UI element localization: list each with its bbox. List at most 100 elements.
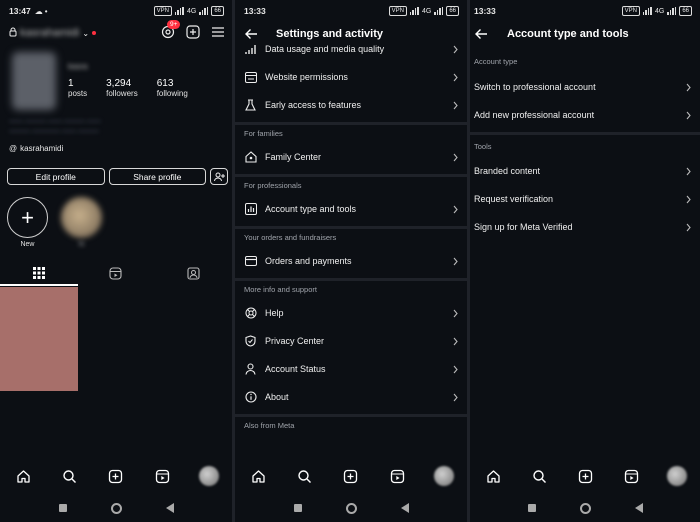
post-thumbnail[interactable] [0,287,78,391]
home-icon[interactable] [247,465,269,487]
username[interactable]: kasrahamidi [20,27,79,39]
search-icon[interactable] [528,465,550,487]
settings-item-account-status[interactable]: Account Status [235,355,467,383]
settings-item-website-permissions[interactable]: Website permissions [235,63,467,91]
chevron-right-icon [451,337,459,346]
add-person-button[interactable] [210,168,228,185]
shield-icon [245,334,265,348]
edit-profile-button[interactable]: Edit profile [7,168,105,185]
add-person-icon [213,172,225,181]
chevron-down-icon[interactable]: ⌄ [82,29,89,38]
settings-item-account-type-tools[interactable]: Account type and tools [235,195,467,223]
system-nav-bar [235,500,467,516]
create-post-icon[interactable] [340,465,362,487]
item-label: Switch to professional account [474,82,596,92]
profile-name: kasra [68,62,88,71]
threads-handle[interactable]: @ kasrahamidi [9,144,63,153]
lock-icon [9,27,17,39]
tab-reels[interactable] [77,262,154,284]
reels-nav-icon[interactable] [386,465,408,487]
settings-item-early-access[interactable]: Early access to features [235,91,467,119]
home-icon[interactable] [12,465,34,487]
profile-avatar-icon[interactable] [433,465,455,487]
chevron-right-icon [451,205,459,214]
create-icon[interactable] [186,24,200,42]
settings-item-label: Account Status [265,364,326,374]
story-highlight[interactable] [61,197,102,238]
settings-item-family-center[interactable]: Family Center [235,143,467,171]
threads-icon[interactable]: 9+ [161,19,181,42]
profile-avatar-icon[interactable] [666,465,688,487]
search-icon[interactable] [59,465,81,487]
request-verification-item[interactable]: Request verification [470,185,700,213]
share-profile-button[interactable]: Share profile [108,168,207,185]
recents-icon[interactable] [527,504,536,512]
settings-item-label: Data usage and media quality [265,44,385,54]
grid-icon [32,267,45,279]
status-time: 13:33 [474,6,496,16]
back-triangle-icon[interactable] [165,503,174,513]
chevron-right-icon [451,45,459,54]
settings-item-orders-payments[interactable]: Orders and payments [235,247,467,275]
menu-icon[interactable] [211,26,225,41]
net-label: 4G [654,7,665,15]
vpn-icon: VPN [153,6,172,16]
create-post-icon[interactable] [574,465,596,487]
profile-screen: 13:47 ☁ • VPN 4G 66 kasrahamidi ⌄ 9+ kas… [0,0,232,522]
settings-item-label: Family Center [265,152,322,162]
threads-badge: 9+ [167,19,181,29]
stat-following[interactable]: 613 following [157,78,188,98]
back-triangle-icon[interactable] [634,503,643,513]
chevron-right-icon [451,101,459,110]
system-nav-bar [470,500,700,516]
chevron-right-icon [451,153,459,162]
status-time: 13:33 [244,6,266,16]
stat-posts-label: posts [68,89,88,98]
signal2-icon [667,7,677,15]
profile-picture[interactable] [12,52,56,110]
chevron-right-icon [684,83,692,92]
status-icons: VPN 4G 66 [621,6,692,16]
home-circle-icon[interactable] [345,502,357,514]
home-circle-icon[interactable] [579,502,591,514]
back-triangle-icon[interactable] [400,503,409,513]
settings-item-data-usage[interactable]: Data usage and media quality [235,35,467,63]
chevron-right-icon [684,195,692,204]
home-circle-icon[interactable] [110,502,122,514]
home-icon[interactable] [482,465,504,487]
back-arrow-icon[interactable] [470,28,492,40]
section-header-families: For families [244,129,283,138]
meta-verified-item[interactable]: Sign up for Meta Verified [470,213,700,241]
stat-followers-num: 3,294 [106,78,132,89]
recents-icon[interactable] [58,504,67,512]
chevron-right-icon [451,365,459,374]
settings-item-privacy-center[interactable]: Privacy Center [235,327,467,355]
stat-following-num: 613 [156,78,174,89]
settings-item-about[interactable]: About [235,383,467,411]
create-post-icon[interactable] [105,465,127,487]
bio-line-1: —— ——— —— ——— —— [9,118,101,125]
tab-tagged[interactable] [155,262,232,284]
switch-professional-item[interactable]: Switch to professional account [470,73,700,101]
new-highlight-button[interactable]: + [7,197,48,238]
stat-posts[interactable]: 1 posts [68,78,87,98]
search-icon[interactable] [294,465,316,487]
person-icon [245,362,265,376]
tab-grid[interactable] [0,262,77,284]
stat-followers[interactable]: 3,294 followers [106,78,138,98]
chevron-right-icon [451,257,459,266]
chart-icon [245,202,265,216]
recents-icon[interactable] [293,504,302,512]
reels-nav-icon[interactable] [151,465,173,487]
reels-nav-icon[interactable] [620,465,642,487]
settings-item-help[interactable]: Help [235,299,467,327]
branded-content-item[interactable]: Branded content [470,157,700,185]
battery-icon: 66 [679,6,692,16]
profile-avatar-icon[interactable] [198,465,220,487]
stat-posts-num: 1 [68,78,74,89]
status-time: 13:47 [9,6,31,16]
account-type-list: Account type Switch to professional acco… [470,51,700,241]
add-professional-item[interactable]: Add new professional account [470,101,700,129]
battery-icon: 66 [211,6,224,16]
section-header-tools: Tools [474,142,492,151]
